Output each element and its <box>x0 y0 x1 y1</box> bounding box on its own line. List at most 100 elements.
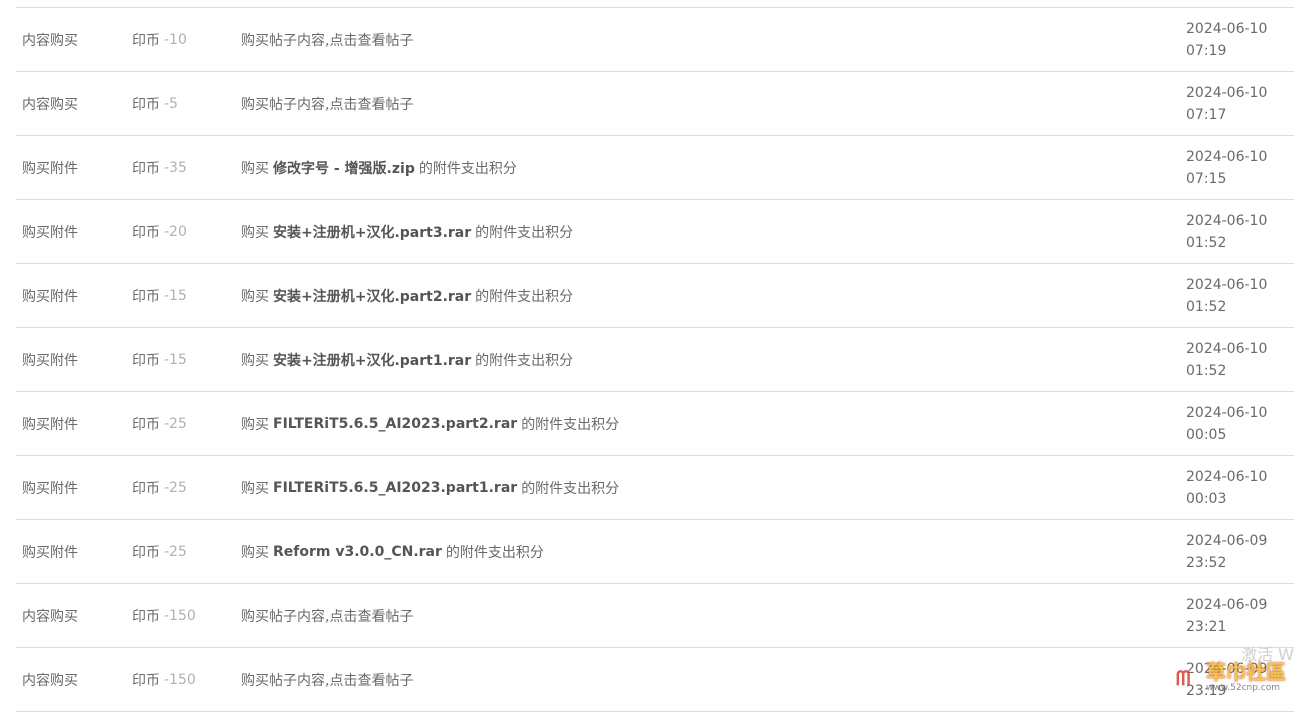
table-row: 购买附件印币-25购买Reform v3.0.0_CN.rar的附件支出积分20… <box>16 520 1294 584</box>
description[interactable]: 购买帖子内容,点击查看帖子 <box>241 584 1141 647</box>
operation-type: 购买附件 <box>22 328 122 391</box>
description: 购买修改字号 - 增强版.zip的附件支出积分 <box>241 136 1141 199</box>
credit-change: 印币-150 <box>132 648 232 711</box>
table-row: 内容购买印币-10 购买帖子内容,点击查看帖子 2024-06-1007:19 <box>16 8 1294 72</box>
timestamp-time: 01:52 <box>1186 360 1226 382</box>
operation-type: 购买附件 <box>22 520 122 583</box>
attachment-filename: FILTERiT5.6.5_AI2023.part1.rar <box>273 480 517 496</box>
description-suffix: 的附件支出积分 <box>475 286 573 306</box>
credit-change: 印币-35 <box>132 136 232 199</box>
credit-change: 印币-25 <box>132 392 232 455</box>
credit-amount: -25 <box>164 480 187 496</box>
credit-change: 印币-15 <box>132 328 232 391</box>
description-text[interactable]: 购买帖子内容,点击查看帖子 <box>241 94 413 114</box>
table-row: 购买附件印币-25购买FILTERiT5.6.5_AI2023.part2.ra… <box>16 392 1294 456</box>
description-text[interactable]: 购买帖子内容,点击查看帖子 <box>241 30 413 50</box>
timestamp-date: 2024-06-10 <box>1186 18 1267 40</box>
timestamp-time: 23:21 <box>1186 616 1226 638</box>
timestamp-time: 01:52 <box>1186 296 1226 318</box>
credit-amount: -10 <box>164 32 187 48</box>
description-text: 购买 <box>241 414 269 434</box>
description: 购买安装+注册机+汉化.part1.rar的附件支出积分 <box>241 328 1141 391</box>
credit-change: 印币-25 <box>132 520 232 583</box>
currency-label: 印币 <box>132 478 160 498</box>
table-row: 购买附件印币-15购买安装+注册机+汉化.part2.rar的附件支出积分202… <box>16 264 1294 328</box>
description-text: 购买 <box>241 222 269 242</box>
timestamp: 2024-06-1007:19 <box>1186 8 1286 71</box>
description: 购买FILTERiT5.6.5_AI2023.part1.rar的附件支出积分 <box>241 456 1141 519</box>
timestamp: 2024-06-1007:17 <box>1186 72 1286 135</box>
operation-type: 内容购买 <box>22 8 122 71</box>
currency-label: 印币 <box>132 670 160 690</box>
table-row: 购买附件印币-35购买修改字号 - 增强版.zip的附件支出积分2024-06-… <box>16 136 1294 200</box>
description-suffix: 的附件支出积分 <box>475 222 573 242</box>
operation-type: 内容购买 <box>22 584 122 647</box>
description[interactable]: 购买帖子内容,点击查看帖子 <box>241 8 1141 71</box>
currency-label: 印币 <box>132 350 160 370</box>
timestamp: 2024-06-1007:15 <box>1186 136 1286 199</box>
operation-type: 购买附件 <box>22 136 122 199</box>
description-suffix: 的附件支出积分 <box>419 158 517 178</box>
description[interactable]: 购买帖子内容,点击查看帖子 <box>241 72 1141 135</box>
site-watermark: ᗰ 草巾社區 www.52cnp.com <box>1176 662 1286 693</box>
credit-amount: -15 <box>164 288 187 304</box>
timestamp: 2024-06-1001:52 <box>1186 264 1286 327</box>
description-suffix: 的附件支出积分 <box>446 542 544 562</box>
timestamp-date: 2024-06-10 <box>1186 338 1267 360</box>
timestamp-date: 2024-06-09 <box>1186 530 1267 552</box>
description-text: 购买 <box>241 286 269 306</box>
timestamp-time: 00:03 <box>1186 488 1226 510</box>
timestamp-date: 2024-06-10 <box>1186 210 1267 232</box>
timestamp-date: 2024-06-10 <box>1186 466 1267 488</box>
timestamp-time: 01:52 <box>1186 232 1226 254</box>
timestamp-time: 07:19 <box>1186 40 1226 62</box>
table-row: 购买附件印币-25购买FILTERiT5.6.5_AI2023.part1.ra… <box>16 456 1294 520</box>
attachment-filename: 安装+注册机+汉化.part3.rar <box>273 222 471 242</box>
operation-type: 购买附件 <box>22 392 122 455</box>
timestamp-time: 07:17 <box>1186 104 1226 126</box>
description-text[interactable]: 购买帖子内容,点击查看帖子 <box>241 606 413 626</box>
description-suffix: 的附件支出积分 <box>475 350 573 370</box>
credit-change: 印币-5 <box>132 72 232 135</box>
operation-type: 购买附件 <box>22 264 122 327</box>
timestamp-date: 2024-06-10 <box>1186 402 1267 424</box>
credit-change: 印币-25 <box>132 456 232 519</box>
timestamp: 2024-06-1000:03 <box>1186 456 1286 519</box>
description: 购买安装+注册机+汉化.part2.rar的附件支出积分 <box>241 264 1141 327</box>
currency-label: 印币 <box>132 158 160 178</box>
credit-log-table: 内容购买印币-10购买帖子内容,点击查看帖子2024-06-1007:19内容购… <box>16 7 1294 712</box>
currency-label: 印币 <box>132 286 160 306</box>
credit-change: 印币-15 <box>132 264 232 327</box>
credit-change: 印币-20 <box>132 200 232 263</box>
credit-amount: -25 <box>164 416 187 432</box>
attachment-filename: Reform v3.0.0_CN.rar <box>273 544 442 560</box>
timestamp-time: 00:05 <box>1186 424 1226 446</box>
table-row: 购买附件印币-15购买安装+注册机+汉化.part1.rar的附件支出积分202… <box>16 328 1294 392</box>
operation-type: 内容购买 <box>22 72 122 135</box>
description-suffix: 的附件支出积分 <box>521 414 619 434</box>
currency-label: 印币 <box>132 30 160 50</box>
credit-amount: -150 <box>164 672 196 688</box>
timestamp-date: 2024-06-10 <box>1186 146 1267 168</box>
description-text[interactable]: 购买帖子内容,点击查看帖子 <box>241 670 413 690</box>
timestamp: 2024-06-1001:52 <box>1186 328 1286 391</box>
credit-amount: -35 <box>164 160 187 176</box>
credit-amount: -5 <box>164 96 178 112</box>
credit-amount: -150 <box>164 608 196 624</box>
credit-change: 印币-10 <box>132 8 232 71</box>
credit-change: 印币-150 <box>132 584 232 647</box>
currency-label: 印币 <box>132 222 160 242</box>
description-suffix: 的附件支出积分 <box>521 478 619 498</box>
description[interactable]: 购买帖子内容,点击查看帖子 <box>241 648 1141 711</box>
description-text: 购买 <box>241 158 269 178</box>
watermark-text: 草巾社區 www.52cnp.com <box>1206 662 1286 693</box>
timestamp-date: 2024-06-09 <box>1186 594 1267 616</box>
timestamp-time: 23:52 <box>1186 552 1226 574</box>
currency-label: 印币 <box>132 414 160 434</box>
credit-amount: -15 <box>164 352 187 368</box>
description-text: 购买 <box>241 542 269 562</box>
description: 购买FILTERiT5.6.5_AI2023.part2.rar的附件支出积分 <box>241 392 1141 455</box>
operation-type: 购买附件 <box>22 456 122 519</box>
description: 购买Reform v3.0.0_CN.rar的附件支出积分 <box>241 520 1141 583</box>
attachment-filename: 修改字号 - 增强版.zip <box>273 158 415 178</box>
